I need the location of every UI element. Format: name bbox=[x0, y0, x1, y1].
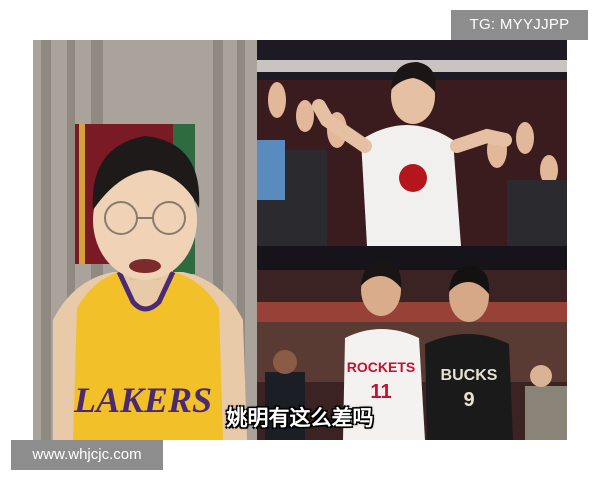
streamer-image: LAKERS bbox=[33, 40, 257, 440]
watermark-top-right: TG: MYYJJPP bbox=[451, 10, 588, 40]
bucks-jersey-text: BUCKS bbox=[441, 367, 498, 384]
yao-high-five-image bbox=[257, 40, 567, 246]
streamer-panel: LAKERS bbox=[33, 40, 257, 440]
watermark-bottom-left: www.whjcjc.com bbox=[11, 440, 163, 470]
rockets-jersey-number: 11 bbox=[370, 381, 391, 403]
video-subtitle: 姚明有这么差吗 bbox=[226, 406, 374, 430]
photo-yao-high-fives bbox=[257, 40, 567, 246]
rockets-jersey-text: ROCKETS bbox=[347, 359, 415, 375]
video-frame: LAKERS ROCKETS 11 BUCKS 9 姚明有这么差吗 bbox=[33, 40, 567, 440]
